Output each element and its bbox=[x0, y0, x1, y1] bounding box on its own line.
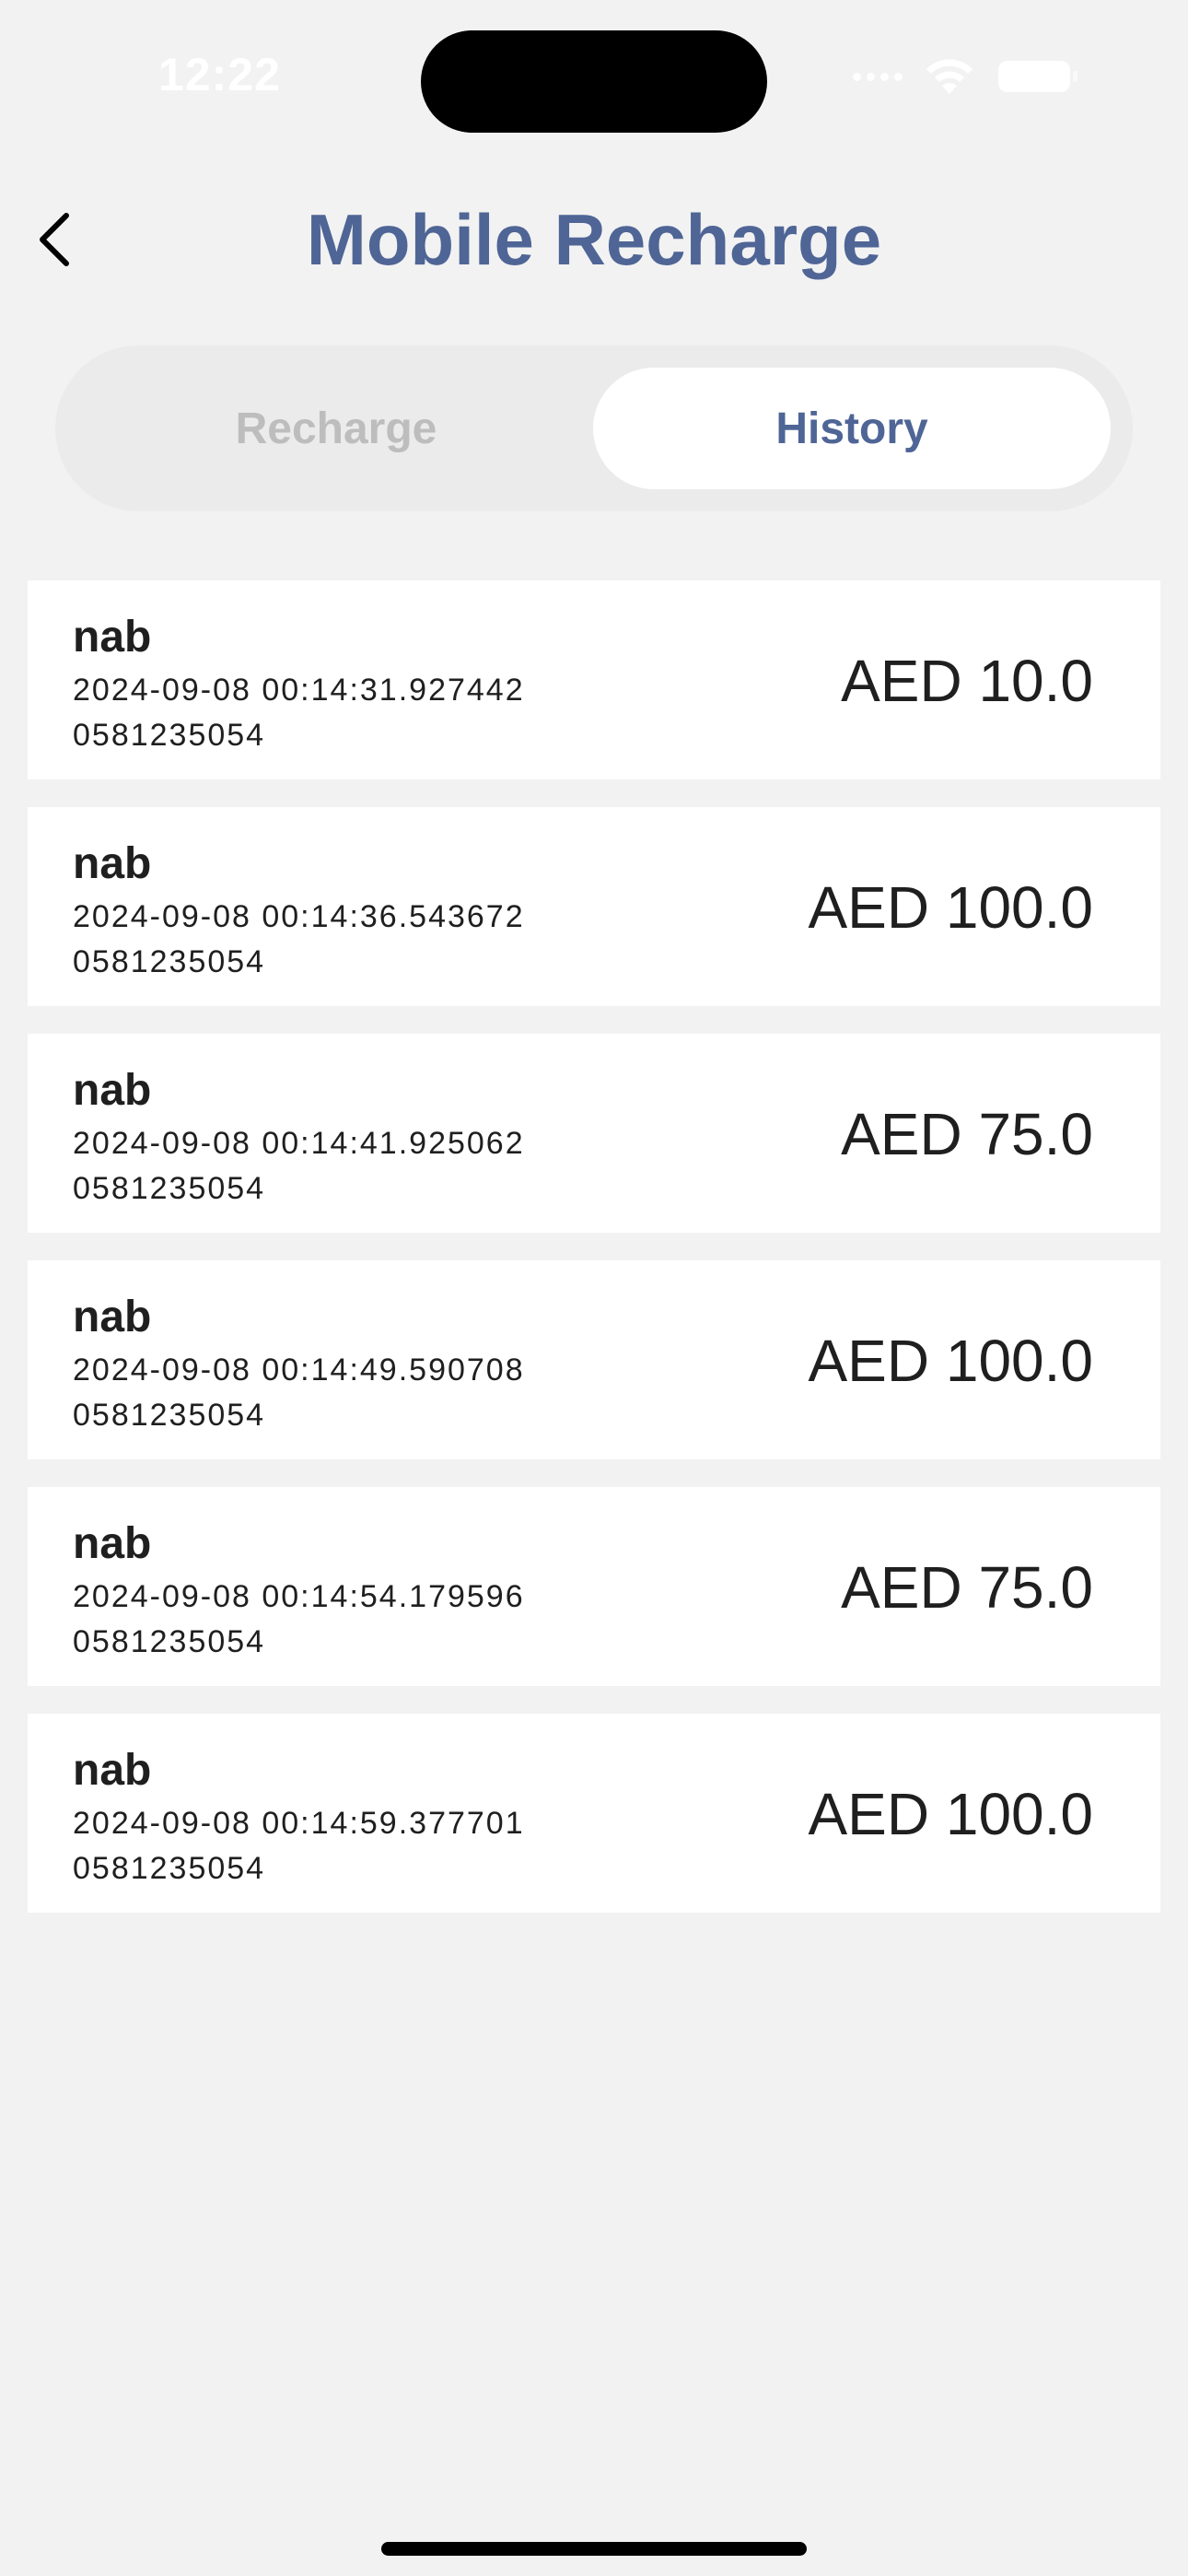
item-date: 2024-09-08 00:14:54.179596 bbox=[73, 1579, 525, 1614]
item-name: nab bbox=[73, 1066, 152, 1115]
item-amount: AED 75.0 bbox=[841, 1101, 1093, 1167]
screen: 12:22 Mobile Recharge Recharge History n… bbox=[0, 0, 1188, 2576]
item-date: 2024-09-08 00:14:59.377701 bbox=[73, 1806, 525, 1841]
history-item[interactable]: nab 2024-09-08 00:14:49.590708 058123505… bbox=[28, 1260, 1160, 1459]
item-date: 2024-09-08 00:14:36.543672 bbox=[73, 899, 525, 934]
item-phone: 0581235054 bbox=[73, 1171, 266, 1206]
segmented-control: Recharge History bbox=[55, 345, 1133, 511]
item-phone: 0581235054 bbox=[73, 1851, 266, 1886]
item-name: nab bbox=[73, 1293, 152, 1341]
wifi-icon bbox=[923, 57, 976, 96]
item-name: nab bbox=[73, 613, 152, 662]
history-item[interactable]: nab 2024-09-08 00:14:36.543672 058123505… bbox=[28, 807, 1160, 1006]
history-item[interactable]: nab 2024-09-08 00:14:41.925062 058123505… bbox=[28, 1034, 1160, 1233]
item-date: 2024-09-08 00:14:41.925062 bbox=[73, 1126, 525, 1161]
history-list: nab 2024-09-08 00:14:31.927442 058123505… bbox=[28, 580, 1160, 1940]
history-item[interactable]: nab 2024-09-08 00:14:54.179596 058123505… bbox=[28, 1487, 1160, 1686]
item-amount: AED 100.0 bbox=[808, 1781, 1093, 1847]
item-phone: 0581235054 bbox=[73, 944, 266, 979]
item-amount: AED 10.0 bbox=[841, 648, 1093, 714]
history-item[interactable]: nab 2024-09-08 00:14:59.377701 058123505… bbox=[28, 1714, 1160, 1913]
page-title: Mobile Recharge bbox=[306, 199, 882, 280]
battery-icon bbox=[996, 57, 1079, 96]
tab-recharge[interactable]: Recharge bbox=[77, 368, 595, 489]
item-date: 2024-09-08 00:14:31.927442 bbox=[73, 673, 525, 708]
item-phone: 0581235054 bbox=[73, 718, 266, 753]
item-date: 2024-09-08 00:14:49.590708 bbox=[73, 1352, 525, 1388]
item-phone: 0581235054 bbox=[73, 1398, 266, 1433]
item-amount: AED 100.0 bbox=[808, 1328, 1093, 1394]
tab-history[interactable]: History bbox=[593, 368, 1111, 489]
home-indicator[interactable] bbox=[381, 2542, 807, 2556]
item-amount: AED 75.0 bbox=[841, 1554, 1093, 1621]
item-amount: AED 100.0 bbox=[808, 874, 1093, 941]
item-name: nab bbox=[73, 1519, 152, 1568]
status-time: 12:22 bbox=[158, 49, 281, 100]
item-phone: 0581235054 bbox=[73, 1624, 266, 1659]
dynamic-island bbox=[421, 30, 767, 133]
status-icons bbox=[853, 57, 1079, 96]
cellular-signal-icon bbox=[853, 72, 903, 81]
item-name: nab bbox=[73, 839, 152, 888]
item-name: nab bbox=[73, 1746, 152, 1795]
history-item[interactable]: nab 2024-09-08 00:14:31.927442 058123505… bbox=[28, 580, 1160, 779]
